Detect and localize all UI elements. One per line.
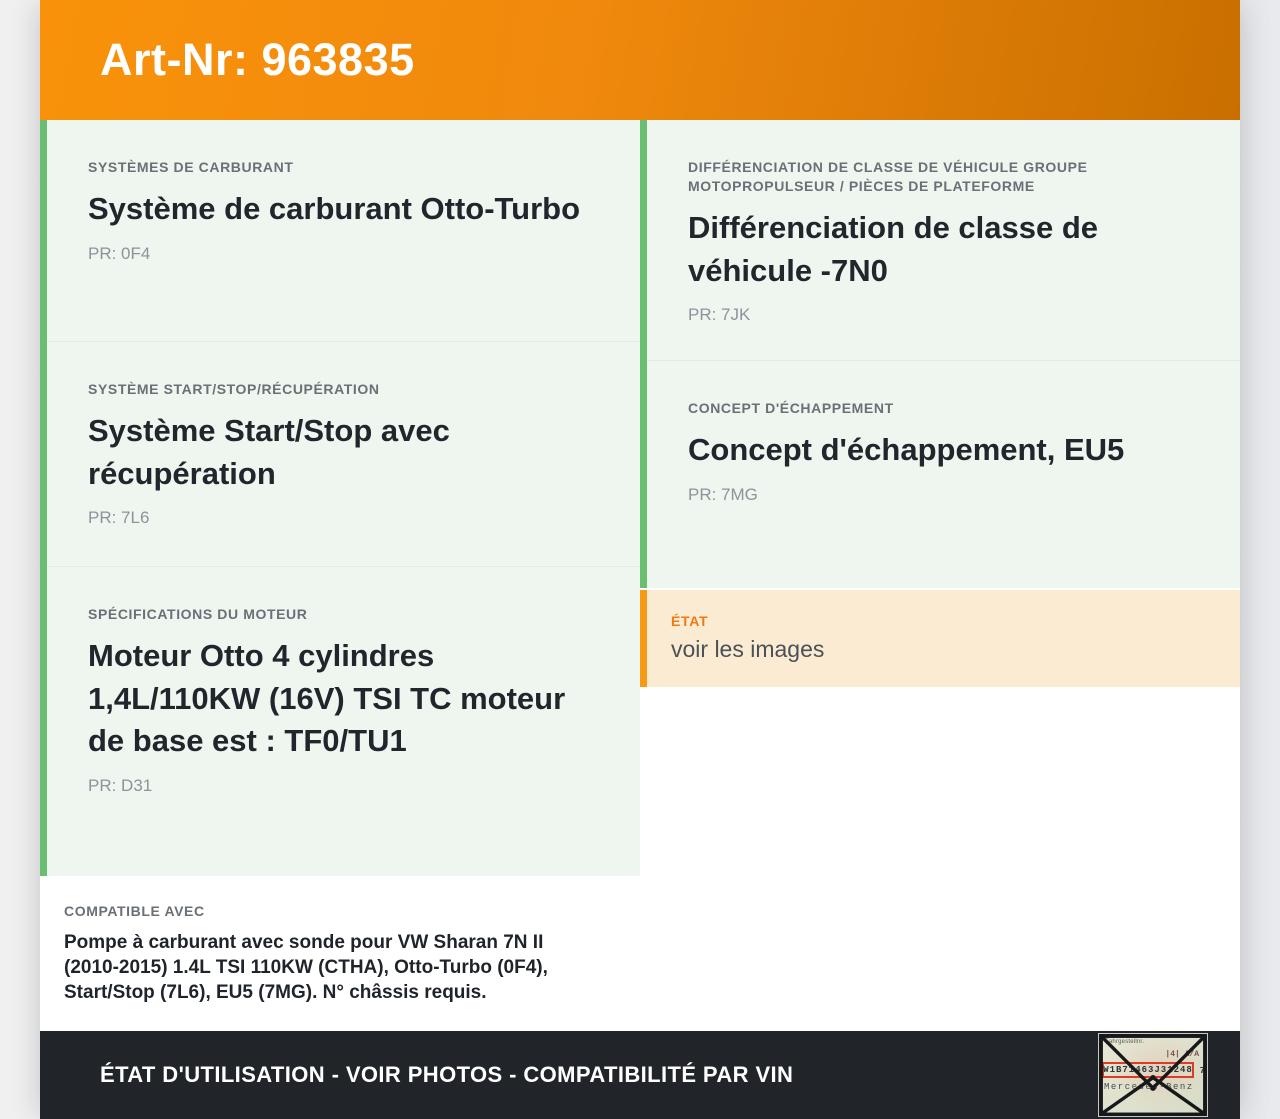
- pr-code: PR: 7L6: [88, 508, 150, 528]
- page-header: Art-Nr: 963835: [40, 0, 1240, 120]
- right-column: DIFFÉRENCIATION DE CLASSE DE VÉHICULE GR…: [640, 120, 1240, 1032]
- left-green-panel: SYSTÈMES DE CARBURANT Système de carbura…: [40, 120, 640, 876]
- card-engine-specs: SPÉCIFICATIONS DU MOTEUR Moteur Otto 4 c…: [47, 566, 640, 876]
- compatible-with-block: COMPATIBLE AVEC Pompe à carburant avec s…: [40, 876, 640, 1032]
- footer-text: ÉTAT D'UTILISATION - VOIR PHOTOS - COMPA…: [100, 1062, 794, 1088]
- card-vehicle-class: DIFFÉRENCIATION DE CLASSE DE VÉHICULE GR…: [647, 120, 1240, 360]
- pr-code: PR: 0F4: [88, 243, 151, 263]
- condition-block: ÉTAT voir les images: [640, 590, 1240, 687]
- card-overline: SYSTÈME START/STOP/RÉCUPÉRATION: [88, 381, 380, 397]
- card-title: Système Start/Stop avec récupération: [88, 412, 450, 491]
- vin-sample-image: Fahrgestellnr. |4| A/A W1B71463J31248 7 …: [1098, 1033, 1208, 1118]
- card-start-stop: SYSTÈME START/STOP/RÉCUPÉRATION Système …: [47, 341, 640, 566]
- right-empty-area: [640, 687, 1240, 1032]
- product-page: Art-Nr: 963835 SYSTÈMES DE CARBURANT Sys…: [40, 0, 1240, 1119]
- card-title: Différenciation de classe de véhicule -7…: [688, 209, 1099, 288]
- card-overline: SYSTÈMES DE CARBURANT: [88, 159, 294, 175]
- compatible-text: Pompe à carburant avec sonde pour VW Sha…: [64, 931, 548, 1004]
- card-title: Système de carburant Otto-Turbo: [88, 190, 581, 226]
- right-green-panel: DIFFÉRENCIATION DE CLASSE DE VÉHICULE GR…: [640, 120, 1240, 588]
- card-exhaust-concept: CONCEPT D'ÉCHAPPEMENT Concept d'échappem…: [647, 360, 1240, 588]
- left-column: SYSTÈMES DE CARBURANT Système de carbura…: [40, 120, 640, 1032]
- card-overline: CONCEPT D'ÉCHAPPEMENT: [688, 400, 894, 416]
- card-title: Moteur Otto 4 cylindres 1,4L/110KW (16V)…: [88, 637, 566, 759]
- footer-bar: ÉTAT D'UTILISATION - VOIR PHOTOS - COMPA…: [40, 1031, 1240, 1119]
- pr-code: PR: 7MG: [688, 484, 758, 504]
- pr-code: PR: 7JK: [688, 305, 751, 325]
- main-content: SYSTÈMES DE CARBURANT Système de carbura…: [40, 120, 1240, 1032]
- card-fuel-system: SYSTÈMES DE CARBURANT Système de carbura…: [47, 120, 640, 341]
- card-overline: DIFFÉRENCIATION DE CLASSE DE VÉHICULE GR…: [688, 159, 1088, 194]
- envelope-icon: [1099, 1034, 1207, 1117]
- compatible-overline: COMPATIBLE AVEC: [64, 903, 205, 919]
- pr-code: PR: D31: [88, 776, 153, 796]
- card-overline: SPÉCIFICATIONS DU MOTEUR: [88, 606, 308, 622]
- page-title: Art-Nr: 963835: [100, 34, 415, 85]
- condition-label: ÉTAT: [671, 613, 709, 629]
- condition-text: voir les images: [671, 636, 825, 662]
- card-title: Concept d'échappement, EU5: [688, 431, 1125, 467]
